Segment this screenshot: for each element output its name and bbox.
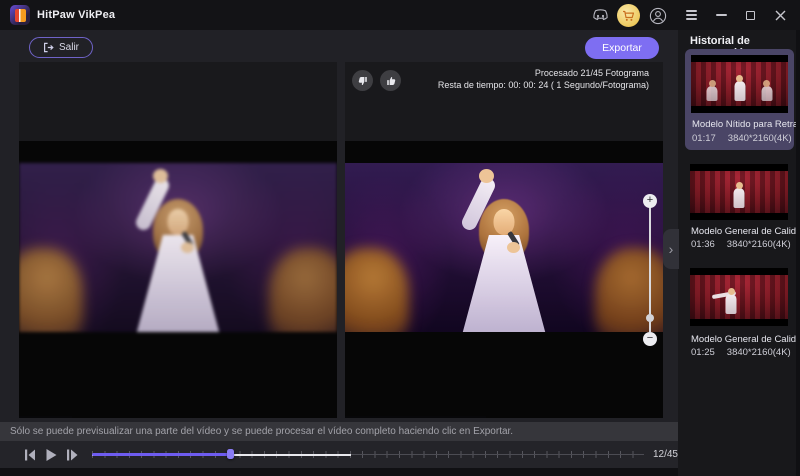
history-resolution-3: 3840*2160(4K): [726, 347, 791, 358]
performer-fist: [153, 169, 168, 183]
menu-icon[interactable]: [686, 9, 700, 21]
app-window: HitPaw VikPea Salir Exportar Procesado 2…: [0, 0, 800, 476]
notice-bar: Sólo se puede previsualizar una parte de…: [0, 422, 678, 441]
thumbs-up-button[interactable]: [380, 70, 401, 91]
performer-dress: [136, 235, 220, 332]
enhanced-label: Modelo Nítido para Retratos 3840*2160(4K…: [345, 416, 487, 418]
frame-counter: 12/45: [652, 449, 678, 460]
timeline-handle[interactable]: [226, 448, 234, 459]
processing-status: Procesado 21/45 Fotograma Resta de tiemp…: [438, 67, 649, 91]
zoom-track[interactable]: [649, 204, 651, 332]
maximize-button[interactable]: [746, 9, 760, 21]
thumb-figure: [733, 188, 745, 208]
performer-hand: [181, 242, 194, 253]
dancer-left-figure: [345, 248, 409, 332]
account-icon[interactable]: [649, 7, 667, 25]
history-duration-3: 01:25: [691, 347, 715, 358]
store-promo-icon[interactable]: [617, 4, 640, 27]
zoom-control: + −: [642, 194, 658, 346]
history-item-3[interactable]: Modelo General de Calidad 01:25 3840*2160…: [678, 264, 800, 362]
history-resolution-2: 3840*2160(4K): [726, 239, 791, 250]
play-button[interactable]: [43, 447, 59, 463]
chevron-right-icon: ›: [668, 241, 674, 257]
history-model-2: Modelo General de Calidad: [691, 226, 800, 237]
zoom-in-button[interactable]: +: [643, 194, 657, 208]
original-video-image: [19, 163, 337, 332]
feedback-buttons: [352, 70, 401, 91]
history-resolution-1: 3840*2160(4K): [727, 133, 792, 144]
thumb-figure: [761, 86, 773, 101]
next-frame-button[interactable]: [64, 447, 80, 463]
history-thumbnail-3: [690, 268, 788, 326]
history-sidebar: Historial de navegación Modelo Nítido pa…: [678, 30, 800, 476]
processing-line2: Resta de tiempo: 00: 00: 24 ( 1 Segundo/…: [437, 80, 649, 90]
app-logo-icon: [10, 5, 30, 25]
thumb-figure: [725, 294, 737, 314]
app-title: HitPaw VikPea: [37, 9, 116, 21]
dancer-left-figure: [19, 248, 83, 332]
history-model-3: Modelo General de Calidad: [691, 334, 800, 345]
previous-frame-button[interactable]: [22, 447, 38, 463]
thumbnail-stage: [690, 275, 788, 319]
bottom-strip: [0, 468, 678, 476]
timeline-slider[interactable]: [91, 448, 644, 461]
titlebar: HitPaw VikPea: [0, 0, 800, 30]
history-model-1: Modelo Nítido para Retratos: [692, 119, 800, 130]
zoom-handle[interactable]: [646, 314, 654, 322]
thumbs-down-button[interactable]: [352, 70, 373, 91]
logo-glyph: [14, 8, 26, 22]
thumb-figure: [734, 81, 745, 101]
minimize-button[interactable]: [716, 9, 730, 21]
history-thumbnail-2: [690, 164, 788, 220]
history-meta-2: 01:36 3840*2160(4K): [691, 239, 791, 250]
history-duration-2: 01:36: [691, 239, 715, 250]
history-duration-1: 01:17: [692, 133, 716, 144]
performer-figure: [128, 169, 228, 332]
history-meta-1: 01:17 3840*2160(4K): [692, 133, 792, 144]
enhanced-preview-panel: Procesado 21/45 Fotograma Resta de tiemp…: [345, 62, 663, 418]
close-button[interactable]: [775, 9, 789, 21]
sidebar-collapse-button[interactable]: ›: [663, 229, 679, 269]
enhanced-video-frame: [345, 141, 663, 418]
history-thumbnail-1: [691, 55, 788, 113]
original-label: Original 854*480: [19, 416, 73, 418]
history-item-1[interactable]: Modelo Nítido para Retratos 01:17 3840*21…: [685, 49, 800, 150]
export-button-label: Exportar: [602, 42, 642, 54]
performer-figure: [454, 169, 554, 332]
main-area: Salir Exportar Procesado 21/45 Fotograma…: [0, 30, 678, 476]
thumb-figure: [706, 86, 718, 101]
zoom-out-button[interactable]: −: [643, 332, 657, 346]
logout-icon: [43, 42, 54, 53]
sidebar-scrollbar[interactable]: [796, 30, 800, 476]
processing-line1: Procesado 21/45 Fotograma: [534, 68, 649, 78]
performer-fist: [479, 169, 494, 183]
original-preview-panel: Original 854*480: [19, 62, 337, 418]
performer-dress: [462, 235, 546, 332]
history-item-2[interactable]: Modelo General de Calidad 01:36 3840*2160…: [678, 160, 800, 256]
export-button[interactable]: Exportar: [585, 37, 659, 59]
thumbnail-stage: [690, 171, 788, 213]
performer-hand: [507, 242, 520, 253]
timeline-progress-fill: [91, 453, 230, 456]
exit-button-label: Salir: [58, 42, 79, 53]
notice-text: Sólo se puede previsualizar una parte de…: [10, 426, 514, 437]
enhanced-video-image: [345, 163, 663, 332]
original-video-frame: [19, 141, 337, 418]
discord-icon[interactable]: [591, 7, 609, 25]
exit-button[interactable]: Salir: [29, 37, 93, 58]
thumbnail-stage: [691, 62, 788, 106]
dancer-right-figure: [269, 248, 337, 332]
history-meta-3: 01:25 3840*2160(4K): [691, 347, 791, 358]
transport-bar: 12/45: [0, 441, 678, 468]
